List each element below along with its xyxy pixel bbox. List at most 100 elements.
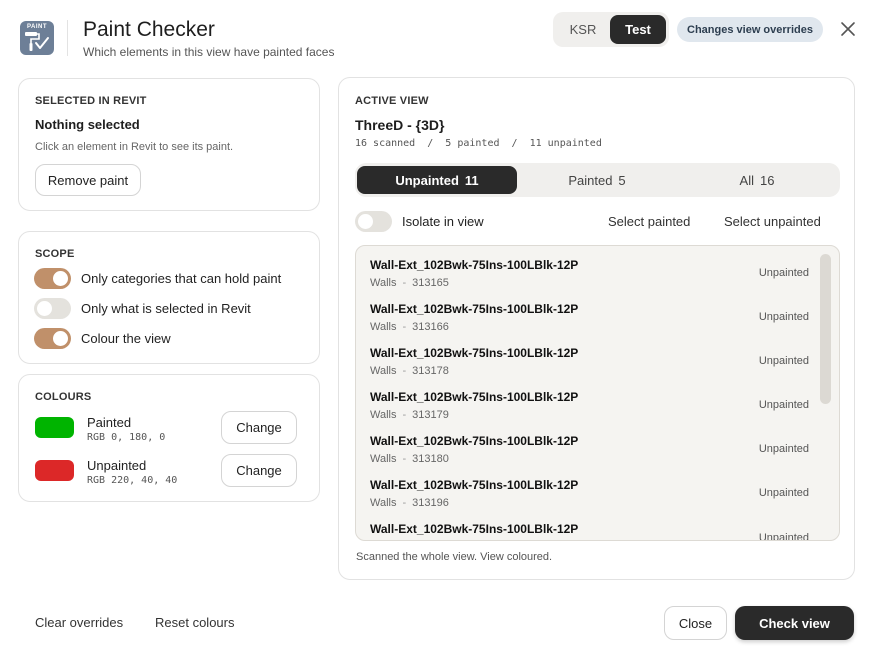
scope-option-label: Only categories that can hold paint <box>81 271 282 286</box>
selected-in-revit-card: SELECTED IN REVIT Nothing selected Click… <box>18 78 320 211</box>
element-meta: Walls -313179 <box>370 409 449 421</box>
element-meta: Walls -313166 <box>370 321 449 333</box>
element-status: Unpainted <box>758 399 809 411</box>
list-item[interactable]: Wall-Ext_102Bwk-75Ins-100LBlk-12P Walls -… <box>370 346 809 390</box>
tab-unpainted[interactable]: Unpainted 11 <box>357 166 517 194</box>
meta-separator: - <box>402 277 407 289</box>
reset-colours-button[interactable]: Reset colours <box>155 615 234 630</box>
toggle-knob <box>53 331 68 346</box>
scan-stats: 16 scanned / 5 painted / 11 unpainted <box>355 138 602 149</box>
tab-count: 5 <box>618 172 626 188</box>
element-meta: Walls -313178 <box>370 365 449 377</box>
element-meta: Walls -313196 <box>370 497 449 509</box>
meta-separator: - <box>402 365 407 377</box>
list-scrollbar[interactable] <box>820 254 831 404</box>
painted-colour-swatch[interactable] <box>35 417 74 438</box>
logo-text: PAINT <box>26 24 48 30</box>
remove-paint-button[interactable]: Remove paint <box>35 164 141 196</box>
scope-section-label: SCOPE <box>35 248 75 260</box>
env-option-ksr[interactable]: KSR <box>556 15 610 44</box>
painted-colour-name: Painted <box>87 415 132 430</box>
element-name: Wall-Ext_102Bwk-75Ins-100LBlk-12P <box>370 346 579 360</box>
list-item[interactable]: Wall-Ext_102Bwk-75Ins-100LBlk-12P Walls -… <box>370 258 809 302</box>
selected-section-label: SELECTED IN REVIT <box>35 95 147 107</box>
check-view-button[interactable]: Check view <box>735 606 854 640</box>
element-id: 313180 <box>412 453 449 465</box>
unpainted-colour-rgb: RGB 220, 40, 40 <box>87 475 178 486</box>
element-category: Walls <box>370 497 397 509</box>
element-id: 313179 <box>412 409 449 421</box>
list-item[interactable]: Wall-Ext_102Bwk-75Ins-100LBlk-12P Walls -… <box>370 434 809 478</box>
element-meta: Walls -313180 <box>370 453 449 465</box>
change-painted-colour-button[interactable]: Change <box>221 411 297 444</box>
element-id: 313165 <box>412 277 449 289</box>
close-x-glyph <box>841 22 855 36</box>
toggle-knob <box>358 214 373 229</box>
tab-count: 11 <box>464 172 479 188</box>
tab-painted[interactable]: Painted 5 <box>517 166 677 194</box>
scope-option-selected-only: Only what is selected in Revit <box>34 298 251 319</box>
tab-label: Painted <box>568 172 613 188</box>
element-list: Wall-Ext_102Bwk-75Ins-100LBlk-12P Walls -… <box>355 245 840 541</box>
element-status: Unpainted <box>758 487 809 499</box>
element-id: 313196 <box>412 497 449 509</box>
header-divider <box>67 20 68 56</box>
change-unpainted-colour-button[interactable]: Change <box>221 454 297 487</box>
element-id: 313166 <box>412 321 449 333</box>
tab-label: All <box>739 172 754 188</box>
isolate-in-view-toggle[interactable] <box>355 211 392 232</box>
meta-separator: - <box>402 453 407 465</box>
element-name: Wall-Ext_102Bwk-75Ins-100LBlk-12P <box>370 434 579 448</box>
colour-view-toggle[interactable] <box>34 328 71 349</box>
unpainted-colour-swatch[interactable] <box>35 460 74 481</box>
colours-section-label: COLOURS <box>35 391 92 403</box>
scope-option-colour-view: Colour the view <box>34 328 171 349</box>
toggle-knob <box>53 271 68 286</box>
scope-option-label: Colour the view <box>81 331 171 346</box>
element-name: Wall-Ext_102Bwk-75Ins-100LBlk-12P <box>370 522 579 536</box>
paint-roller-check-icon <box>25 32 49 51</box>
scope-option-label: Only what is selected in Revit <box>81 301 251 316</box>
element-id: 313178 <box>412 365 449 377</box>
element-status: Unpainted <box>758 355 809 367</box>
app-title: Paint Checker <box>83 18 215 41</box>
scan-status-message: Scanned the whole view. View coloured. <box>356 551 553 563</box>
scope-option-paintable-categories: Only categories that can hold paint <box>34 268 281 289</box>
colours-card: COLOURS Painted RGB 0, 180, 0 Change Unp… <box>18 374 320 502</box>
selected-only-toggle[interactable] <box>34 298 71 319</box>
select-painted-button[interactable]: Select painted <box>608 214 690 229</box>
element-category: Walls <box>370 409 397 421</box>
element-name: Wall-Ext_102Bwk-75Ins-100LBlk-12P <box>370 478 579 492</box>
app-logo: PAINT <box>20 21 54 55</box>
tab-label: Unpainted <box>395 172 459 188</box>
element-category: Walls <box>370 453 397 465</box>
element-name: Wall-Ext_102Bwk-75Ins-100LBlk-12P <box>370 258 579 272</box>
active-view-name: ThreeD - {3D} <box>355 117 445 133</box>
app-subtitle: Which elements in this view have painted… <box>83 45 335 59</box>
toggle-knob <box>37 301 52 316</box>
close-button[interactable]: Close <box>664 606 727 640</box>
meta-separator: - <box>402 409 407 421</box>
scope-card: SCOPE Only categories that can hold pain… <box>18 231 320 364</box>
select-unpainted-button[interactable]: Select unpainted <box>724 214 821 229</box>
selection-hint: Click an element in Revit to see its pai… <box>35 141 234 153</box>
list-item[interactable]: Wall-Ext_102Bwk-75Ins-100LBlk-12P Walls -… <box>370 302 809 346</box>
meta-separator: - <box>402 497 407 509</box>
active-view-section-label: ACTIVE VIEW <box>355 95 429 107</box>
clear-overrides-button[interactable]: Clear overrides <box>35 615 123 630</box>
paintable-categories-toggle[interactable] <box>34 268 71 289</box>
tab-all[interactable]: All 16 <box>677 166 837 194</box>
list-item[interactable]: Wall-Ext_102Bwk-75Ins-100LBlk-12P Walls -… <box>370 478 809 522</box>
active-view-card: ACTIVE VIEW ThreeD - {3D} 16 scanned / 5… <box>338 77 855 580</box>
element-status: Unpainted <box>758 267 809 279</box>
env-option-test[interactable]: Test <box>610 15 666 44</box>
element-meta: Walls -313165 <box>370 277 449 289</box>
selection-status: Nothing selected <box>35 117 140 132</box>
element-status: Unpainted <box>758 532 809 541</box>
list-item[interactable]: Wall-Ext_102Bwk-75Ins-100LBlk-12P Unpain… <box>370 522 809 541</box>
environment-switch: KSR Test <box>553 12 669 47</box>
list-item[interactable]: Wall-Ext_102Bwk-75Ins-100LBlk-12P Walls -… <box>370 390 809 434</box>
close-icon[interactable] <box>838 19 858 39</box>
filter-tabs: Unpainted 11 Painted 5 All 16 <box>355 163 840 197</box>
tab-count: 16 <box>759 172 775 188</box>
